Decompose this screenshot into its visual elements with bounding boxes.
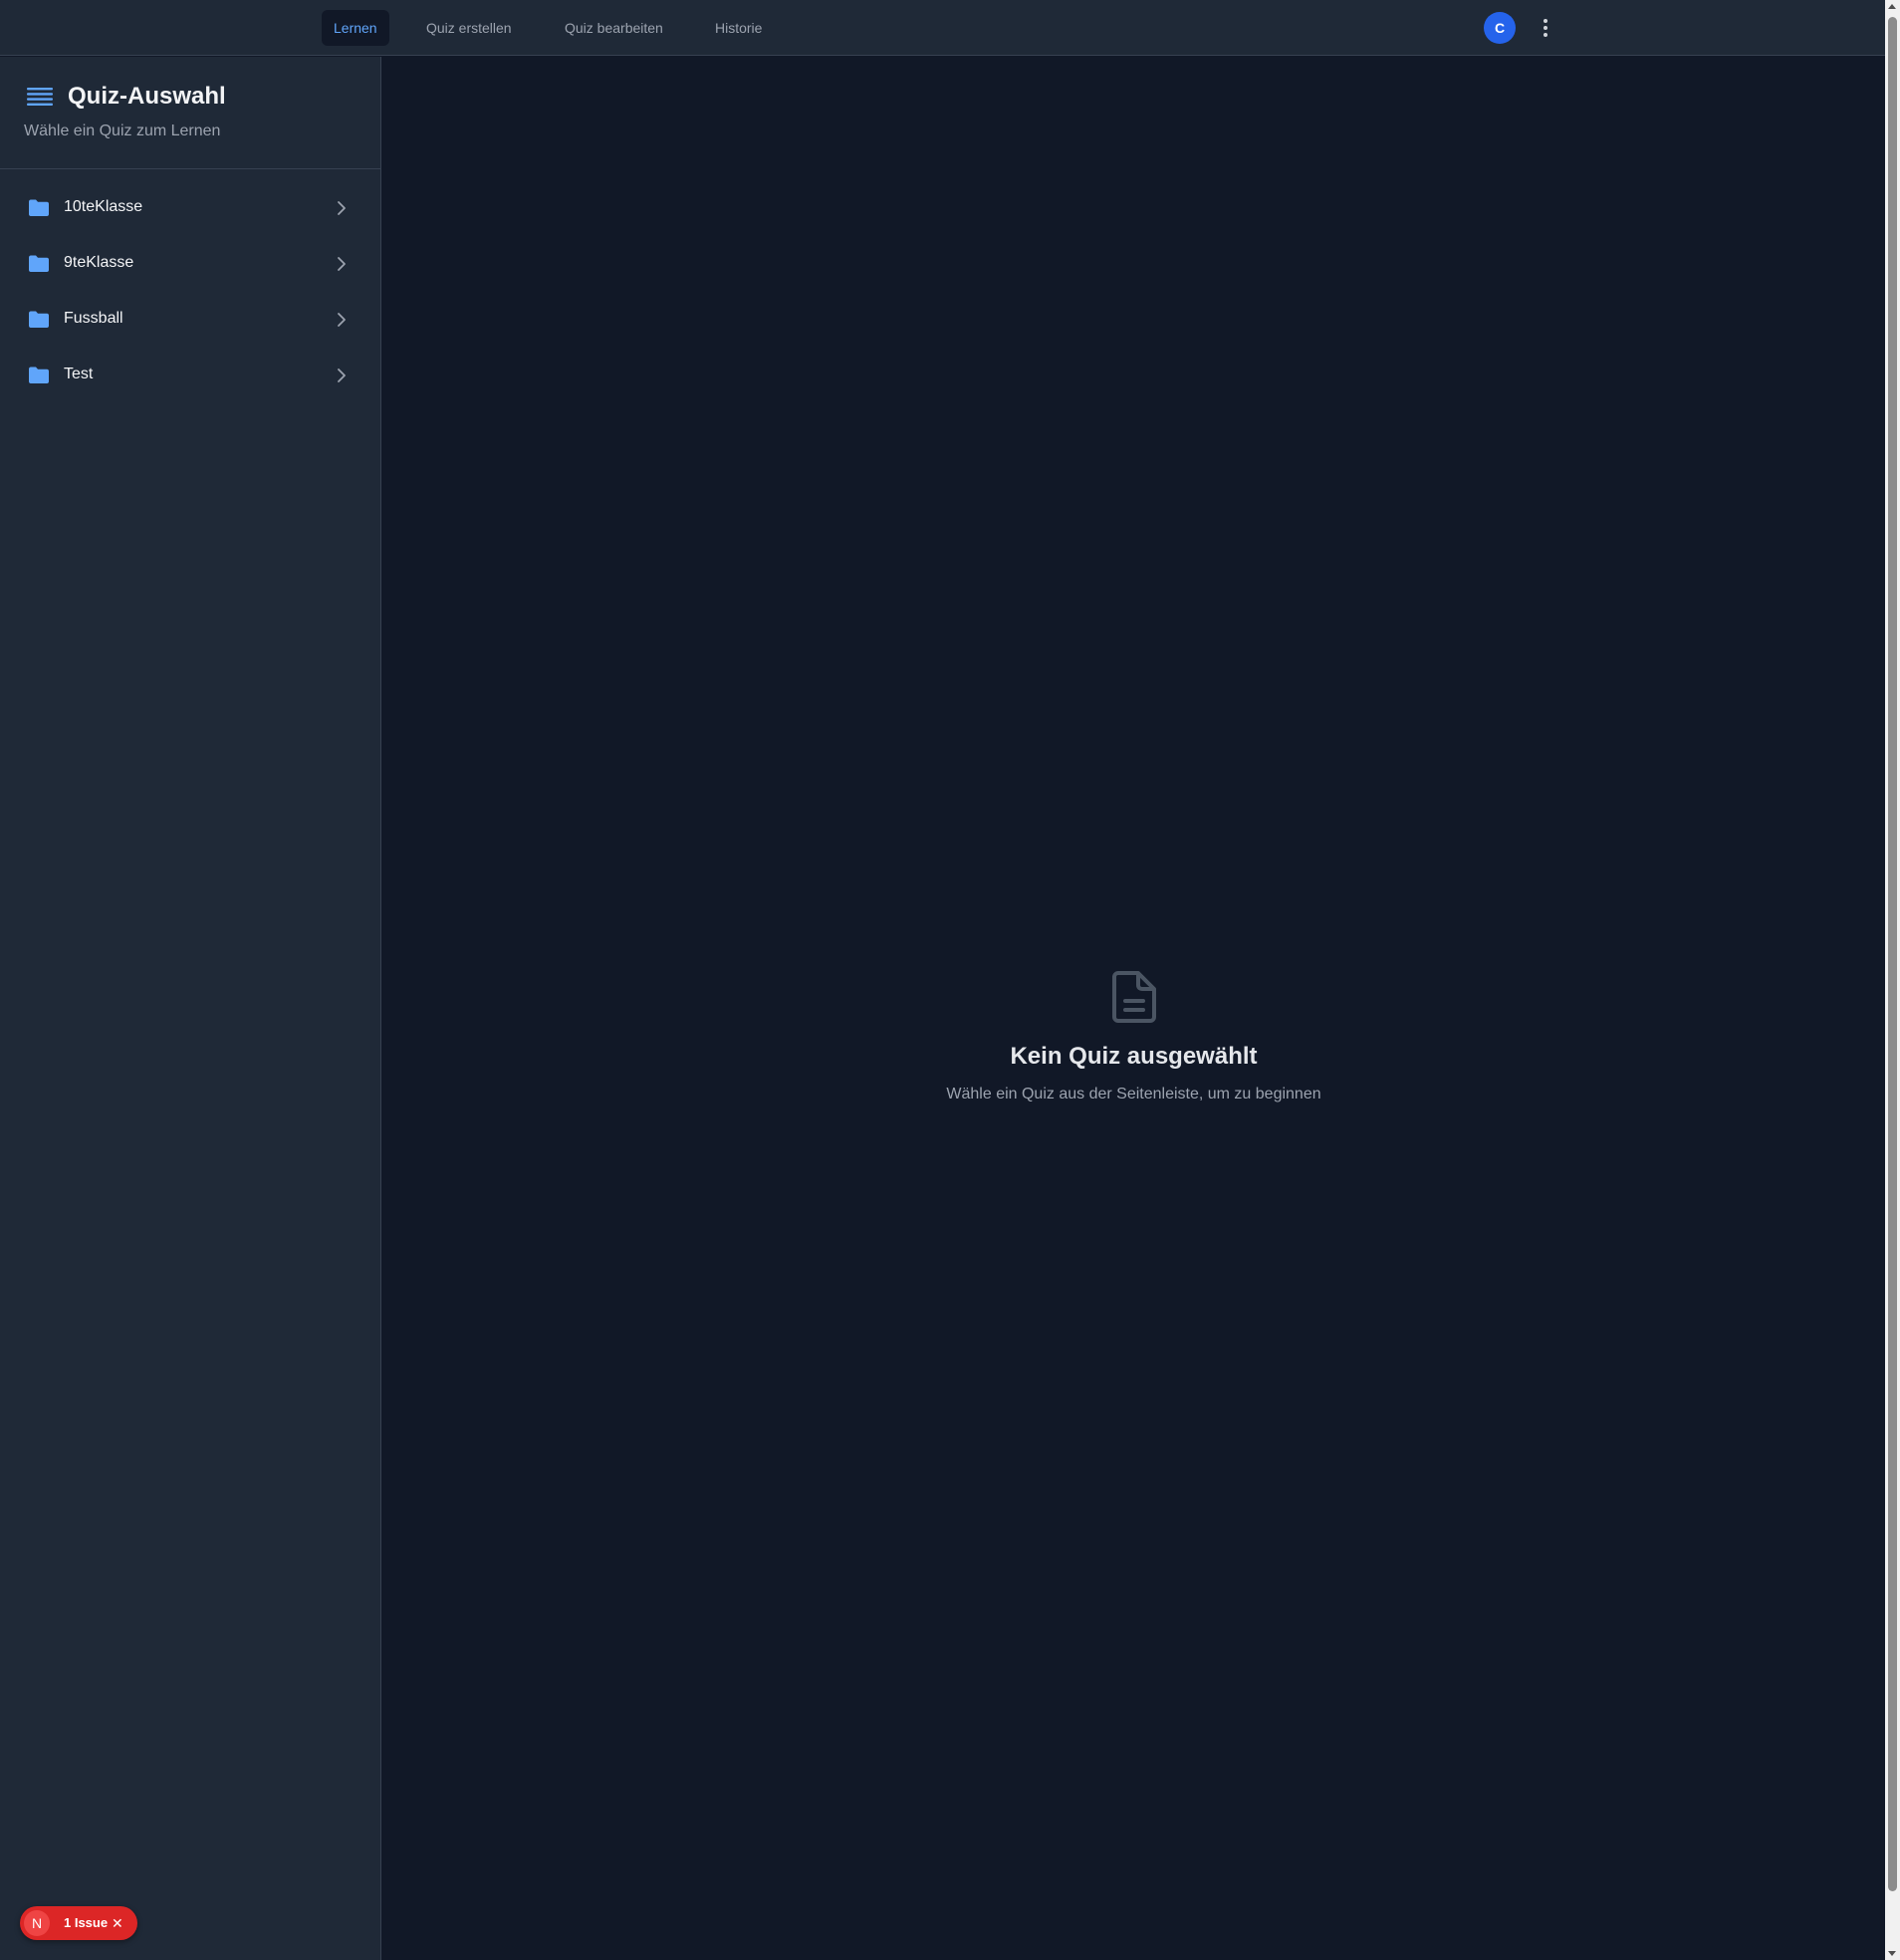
folder-label: 10teKlasse xyxy=(64,198,143,215)
folder-icon xyxy=(29,311,49,328)
folder-item-test[interactable]: Test xyxy=(12,352,369,399)
folder-label: Test xyxy=(64,366,94,382)
issues-count-label: 1 Issue xyxy=(64,1915,109,1930)
folder-icon xyxy=(29,367,49,383)
close-icon[interactable]: ✕ xyxy=(112,1915,123,1931)
next-logo-icon: N xyxy=(24,1910,50,1936)
document-icon xyxy=(1112,971,1156,1023)
user-avatar[interactable]: C xyxy=(1484,12,1516,44)
menu-lines-icon xyxy=(27,88,53,106)
folder-label: Fussball xyxy=(64,310,123,327)
sidebar-header: Quiz-Auswahl Wähle ein Quiz zum Lernen xyxy=(0,57,380,169)
folder-item-fussball[interactable]: Fussball xyxy=(12,296,369,344)
main-content-empty-state: Kein Quiz ausgewählt Wähle ein Quiz aus … xyxy=(382,57,1885,1960)
folder-icon xyxy=(29,199,49,216)
chevron-right-icon xyxy=(338,368,346,382)
issues-badge[interactable]: N 1 Issue ✕ xyxy=(20,1906,137,1940)
tab-quiz-bearbeiten[interactable]: Quiz bearbeiten xyxy=(553,10,675,46)
quiz-sidebar: Quiz-Auswahl Wähle ein Quiz zum Lernen 1… xyxy=(0,57,381,1960)
page-scrollbar[interactable] xyxy=(1885,0,1900,1960)
scroll-down-arrow-icon[interactable] xyxy=(1888,1951,1896,1956)
scroll-up-arrow-icon[interactable] xyxy=(1888,4,1896,9)
kebab-vertical-icon xyxy=(1544,19,1547,37)
chevron-right-icon xyxy=(338,201,346,215)
folder-label: 9teKlasse xyxy=(64,254,134,271)
empty-state-text: Wähle ein Quiz aus der Seitenleiste, um … xyxy=(946,1086,1321,1102)
folder-item-9teklasse[interactable]: 9teKlasse xyxy=(12,240,369,288)
folder-item-10teklasse[interactable]: 10teKlasse xyxy=(12,184,369,232)
more-options-button[interactable] xyxy=(1534,12,1557,44)
folder-icon xyxy=(29,255,49,272)
tab-quiz-erstellen[interactable]: Quiz erstellen xyxy=(414,10,524,46)
sidebar-title: Quiz-Auswahl xyxy=(68,83,226,110)
scrollbar-thumb[interactable] xyxy=(1888,17,1897,1891)
top-navigation-bar: Lernen Quiz erstellen Quiz bearbeiten Hi… xyxy=(0,0,1885,56)
chevron-right-icon xyxy=(338,257,346,271)
chevron-right-icon xyxy=(338,313,346,327)
empty-state-title: Kein Quiz ausgewählt xyxy=(1010,1043,1258,1070)
tab-historie[interactable]: Historie xyxy=(703,10,774,46)
tab-lernen[interactable]: Lernen xyxy=(322,10,389,46)
sidebar-subtitle: Wähle ein Quiz zum Lernen xyxy=(24,122,221,139)
